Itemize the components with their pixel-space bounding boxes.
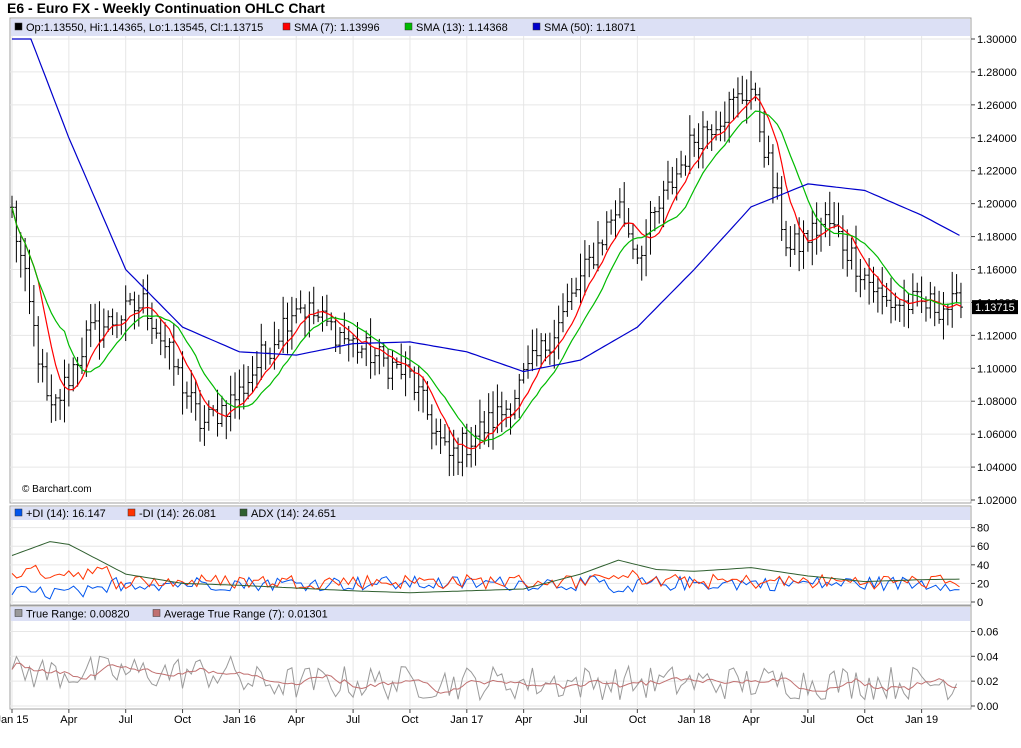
y-tick-label: 1.04000 (977, 462, 1017, 474)
legend-swatch (404, 22, 413, 31)
legend-label: SMA (7): 1.13996 (294, 22, 380, 34)
y-tick-label: 0.06 (977, 626, 998, 638)
x-tick-label: Apr (515, 714, 532, 726)
y-tick-label: 40 (977, 560, 989, 572)
y-tick-label: 1.12000 (977, 330, 1017, 342)
x-tick-label: Apr (288, 714, 305, 726)
legend-swatch (14, 508, 23, 517)
x-axis: Jan 15 Apr Jul Oct Jan 16 Apr Jul Oct Jan 17 Apr J… (0, 709, 938, 726)
y-tick-label: 0 (977, 597, 983, 609)
y-tick-label: 60 (977, 541, 989, 553)
last-price-label: 1.13715 (975, 302, 1015, 314)
y-tick-label: 1.02000 (977, 495, 1017, 507)
legend-swatch (239, 508, 248, 517)
panel-frame (9, 17, 972, 504)
x-tick-label: Oct (174, 714, 191, 726)
legend-swatch (532, 22, 541, 31)
x-tick-label: Apr (60, 714, 77, 726)
y-tick-label: 1.28000 (977, 67, 1017, 79)
y-tick-label: 1.24000 (977, 133, 1017, 145)
panel-atr: 0.06 0.04 0.02 0.00 True Range: 0.00820 Avera… (9, 605, 998, 713)
legend-swatch (127, 508, 136, 517)
y-tick-label: 20 (977, 578, 989, 590)
legend-swatch (282, 22, 291, 31)
x-tick-label: Jan 17 (450, 714, 483, 726)
y-tick-label: 1.20000 (977, 199, 1017, 211)
legend-label: True Range: 0.00820 (26, 609, 130, 621)
chart-panels: 1.30000 1.28000 1.26000 1.24000 1.22000 1.200… (9, 17, 1018, 713)
y-tick-label: 1.26000 (977, 100, 1017, 112)
x-tick-label: Jan 18 (678, 714, 711, 726)
y-tick-label: 1.08000 (977, 396, 1017, 408)
x-tick-label: Jul (801, 714, 815, 726)
x-tick-label: Jan 16 (223, 714, 256, 726)
y-tick-label: 1.16000 (977, 265, 1017, 277)
legend-swatch (14, 22, 23, 31)
legend-label: SMA (50): 1.18071 (544, 22, 636, 34)
y-tick-label: 1.30000 (977, 34, 1017, 46)
panel-price: 1.30000 1.28000 1.26000 1.24000 1.22000 1.200… (9, 17, 1018, 507)
y-tick-label: 0.04 (977, 651, 998, 663)
y-tick-label: 1.10000 (977, 363, 1017, 375)
x-tick-label: Oct (856, 714, 873, 726)
legend-label: Average True Range (7): 0.01301 (164, 609, 328, 621)
chart-title: E6 - Euro FX - Weekly Continuation OHLC … (7, 0, 325, 16)
y-tick-label: 1.22000 (977, 166, 1017, 178)
x-tick-label: Jul (346, 714, 360, 726)
x-tick-label: Oct (401, 714, 418, 726)
panel-dmi: 80 60 40 20 0 +DI (14): 16.147 -DI (14): 26.08… (9, 505, 989, 609)
x-tick-label: Jan 15 (0, 714, 29, 726)
legend-label: SMA (13): 1.14368 (416, 22, 508, 34)
legend-label: -DI (14): 26.081 (139, 508, 216, 520)
ohlc-chart: E6 - Euro FX - Weekly Continuation OHLC … (0, 0, 1018, 726)
legend-label: ADX (14): 24.651 (251, 508, 336, 520)
y-tick-label: 80 (977, 523, 989, 535)
y-tick-label: 0.00 (977, 701, 998, 713)
y-tick-label: 1.18000 (977, 232, 1017, 244)
x-tick-label: Apr (742, 714, 759, 726)
x-tick-label: Jan 19 (905, 714, 938, 726)
x-tick-label: Oct (629, 714, 646, 726)
y-tick-label: 1.06000 (977, 429, 1017, 441)
legend-swatch (14, 609, 23, 617)
legend-label: +DI (14): 16.147 (26, 508, 106, 520)
legend-label: Op:1.13550, Hi:1.14365, Lo:1.13545, Cl:1… (26, 22, 263, 34)
y-tick-label: 0.02 (977, 676, 998, 688)
source-label: © Barchart.com (22, 484, 92, 495)
x-tick-label: Jul (573, 714, 587, 726)
x-tick-label: Jul (119, 714, 133, 726)
legend-swatch (152, 609, 161, 617)
